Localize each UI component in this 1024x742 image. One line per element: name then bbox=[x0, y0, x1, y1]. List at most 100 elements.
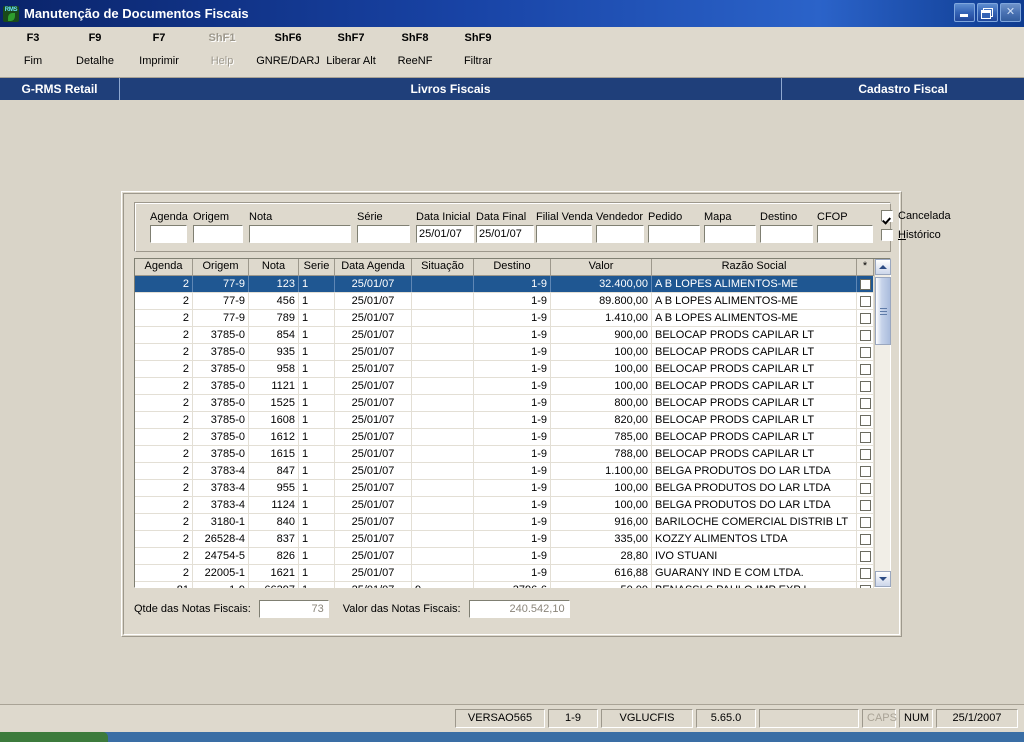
table-row[interactable]: 2 3785-0 1121 1 25/01/07 1-9 100,00 BELOCAP PRO… bbox=[135, 378, 874, 395]
filter-cfop-input[interactable] bbox=[817, 225, 873, 243]
row-checkbox[interactable] bbox=[859, 482, 871, 494]
filter-destino-input[interactable] bbox=[760, 225, 813, 243]
column-nota[interactable]: Nota bbox=[249, 259, 299, 276]
row-checkbox[interactable] bbox=[859, 363, 871, 375]
table-row[interactable]: 2 26528-4 837 1 25/01/07 1-9 335,00 KOZZY ALIME… bbox=[135, 531, 874, 548]
row-checkbox[interactable] bbox=[859, 584, 871, 588]
table-row[interactable]: 2 77-9 456 1 25/01/07 1-9 89.800,00 A B LOPES A… bbox=[135, 293, 874, 310]
row-checkbox[interactable] bbox=[859, 295, 871, 307]
row-checkbox[interactable] bbox=[859, 516, 871, 528]
row-flag-cell[interactable] bbox=[857, 395, 874, 411]
column-serie[interactable]: Serie bbox=[299, 259, 335, 276]
window-controls: ✕ bbox=[954, 3, 1021, 22]
grid-vertical-scrollbar[interactable] bbox=[874, 259, 891, 587]
table-row[interactable]: 2 3785-0 1608 1 25/01/07 1-9 820,00 BELOCAP PRO… bbox=[135, 412, 874, 429]
row-flag-cell[interactable] bbox=[857, 327, 874, 343]
row-checkbox[interactable] bbox=[859, 278, 871, 290]
row-checkbox[interactable] bbox=[859, 448, 871, 460]
checkbox-cancelada-box[interactable] bbox=[881, 210, 893, 222]
row-flag-cell[interactable] bbox=[857, 310, 874, 326]
row-checkbox[interactable] bbox=[859, 329, 871, 341]
start-button[interactable] bbox=[0, 732, 108, 742]
table-row[interactable]: 2 3785-0 1615 1 25/01/07 1-9 788,00 BELOCAP PRO… bbox=[135, 446, 874, 463]
table-row[interactable]: 2 3785-0 958 1 25/01/07 1-9 100,00 BELOCAP PROD… bbox=[135, 361, 874, 378]
row-flag-cell[interactable] bbox=[857, 446, 874, 462]
restore-button[interactable] bbox=[977, 3, 998, 22]
close-button[interactable]: ✕ bbox=[1000, 3, 1021, 22]
row-flag-cell[interactable] bbox=[857, 582, 874, 588]
row-checkbox[interactable] bbox=[859, 499, 871, 511]
column-valor[interactable]: Valor bbox=[551, 259, 652, 276]
filter-origem-input[interactable] bbox=[193, 225, 243, 243]
nav-item-livros-fiscais[interactable]: Livros Fiscais bbox=[120, 78, 782, 100]
column-situacao[interactable]: Situação bbox=[412, 259, 474, 276]
filter-data-final-input[interactable]: 25/01/07 bbox=[476, 225, 534, 243]
minimize-button[interactable] bbox=[954, 3, 975, 22]
row-flag-cell[interactable] bbox=[857, 429, 874, 445]
row-flag-cell[interactable] bbox=[857, 293, 874, 309]
row-flag-cell[interactable] bbox=[857, 276, 874, 292]
row-checkbox[interactable] bbox=[859, 567, 871, 579]
scrollbar-thumb[interactable] bbox=[875, 277, 891, 345]
filter-nota-input[interactable] bbox=[249, 225, 351, 243]
column-origem[interactable]: Origem bbox=[193, 259, 249, 276]
filter-filial-venda-input[interactable] bbox=[536, 225, 592, 243]
filter-serie-input[interactable] bbox=[357, 225, 410, 243]
row-flag-cell[interactable] bbox=[857, 344, 874, 360]
filter-data-inicial-input[interactable]: 25/01/07 bbox=[416, 225, 474, 243]
filter-pedido-input[interactable] bbox=[648, 225, 700, 243]
column-data-agenda[interactable]: Data Agenda bbox=[335, 259, 412, 276]
row-flag-cell[interactable] bbox=[857, 378, 874, 394]
nav-item-grms-retail[interactable]: G-RMS Retail bbox=[0, 78, 120, 100]
row-flag-cell[interactable] bbox=[857, 548, 874, 564]
scroll-up-button[interactable] bbox=[875, 259, 891, 275]
row-checkbox[interactable] bbox=[859, 465, 871, 477]
table-row[interactable]: 2 3785-0 1612 1 25/01/07 1-9 785,00 BELOCAP PRO… bbox=[135, 429, 874, 446]
filter-agenda-input[interactable] bbox=[150, 225, 187, 243]
toolbar-filtrar[interactable]: ShF9 Filtrar bbox=[433, 31, 523, 69]
table-row[interactable]: 2 3785-0 935 1 25/01/07 1-9 100,00 BELOCAP PROD… bbox=[135, 344, 874, 361]
row-checkbox[interactable] bbox=[859, 397, 871, 409]
scroll-down-button[interactable] bbox=[875, 571, 891, 587]
checkbox-historico[interactable]: Histórico bbox=[881, 229, 941, 241]
row-flag-cell[interactable] bbox=[857, 412, 874, 428]
os-taskbar[interactable] bbox=[0, 732, 1024, 742]
documents-grid[interactable]: Agenda Origem Nota Serie Data Agenda Situação… bbox=[134, 258, 891, 588]
column-flag[interactable]: * bbox=[857, 259, 874, 276]
row-flag-cell[interactable] bbox=[857, 514, 874, 530]
row-flag-cell[interactable] bbox=[857, 565, 874, 581]
table-row[interactable]: 2 77-9 789 1 25/01/07 1-9 1.410,00 A B LOPES AL… bbox=[135, 310, 874, 327]
nav-item-cadastro-fiscal[interactable]: Cadastro Fiscal bbox=[782, 78, 1024, 100]
row-flag-cell[interactable] bbox=[857, 463, 874, 479]
row-checkbox[interactable] bbox=[859, 533, 871, 545]
grid-body[interactable]: 2 77-9 123 1 25/01/07 1-9 32.400,00 A B LOPES A… bbox=[135, 276, 874, 588]
row-checkbox[interactable] bbox=[859, 346, 871, 358]
row-checkbox[interactable] bbox=[859, 414, 871, 426]
column-agenda[interactable]: Agenda bbox=[135, 259, 193, 276]
window-titlebar[interactable]: RMS Manutenção de Documentos Fiscais ✕ bbox=[0, 0, 1024, 27]
row-checkbox[interactable] bbox=[859, 380, 871, 392]
row-checkbox[interactable] bbox=[859, 550, 871, 562]
table-row[interactable]: 2 24754-5 826 1 25/01/07 1-9 28,80 IVO STUANI bbox=[135, 548, 874, 565]
table-row[interactable]: 2 3785-0 1525 1 25/01/07 1-9 800,00 BELOCAP PRO… bbox=[135, 395, 874, 412]
table-row[interactable]: 811-966397125/01/0793796-650,00BENASSI S… bbox=[135, 582, 874, 588]
table-row[interactable]: 2 3783-4 955 1 25/01/07 1-9 100,00 BELGA PRODUT… bbox=[135, 480, 874, 497]
column-razao-social[interactable]: Razão Social bbox=[652, 259, 857, 276]
row-flag-cell[interactable] bbox=[857, 531, 874, 547]
table-row[interactable]: 2 3783-4 1124 1 25/01/07 1-9 100,00 BELGA PRODU… bbox=[135, 497, 874, 514]
checkbox-cancelada[interactable]: Cancelada bbox=[881, 210, 951, 222]
filter-vendedor-input[interactable] bbox=[596, 225, 644, 243]
filter-mapa-input[interactable] bbox=[704, 225, 756, 243]
row-checkbox[interactable] bbox=[859, 312, 871, 324]
table-row[interactable]: 2 77-9 123 1 25/01/07 1-9 32.400,00 A B LOPES A… bbox=[135, 276, 874, 293]
table-row[interactable]: 2 3180-1 840 1 25/01/07 1-9 916,00 BARILOCHE CO… bbox=[135, 514, 874, 531]
row-flag-cell[interactable] bbox=[857, 497, 874, 513]
row-flag-cell[interactable] bbox=[857, 361, 874, 377]
table-row[interactable]: 2 3785-0 854 1 25/01/07 1-9 900,00 BELOCAP PROD… bbox=[135, 327, 874, 344]
checkbox-historico-box[interactable] bbox=[881, 229, 893, 241]
column-destino[interactable]: Destino bbox=[474, 259, 551, 276]
table-row[interactable]: 2 22005-1 1621 1 25/01/07 1-9 616,88 GUARANY IN… bbox=[135, 565, 874, 582]
row-checkbox[interactable] bbox=[859, 431, 871, 443]
table-row[interactable]: 2 3783-4 847 1 25/01/07 1-9 1.100,00 BELGA PROD… bbox=[135, 463, 874, 480]
row-flag-cell[interactable] bbox=[857, 480, 874, 496]
